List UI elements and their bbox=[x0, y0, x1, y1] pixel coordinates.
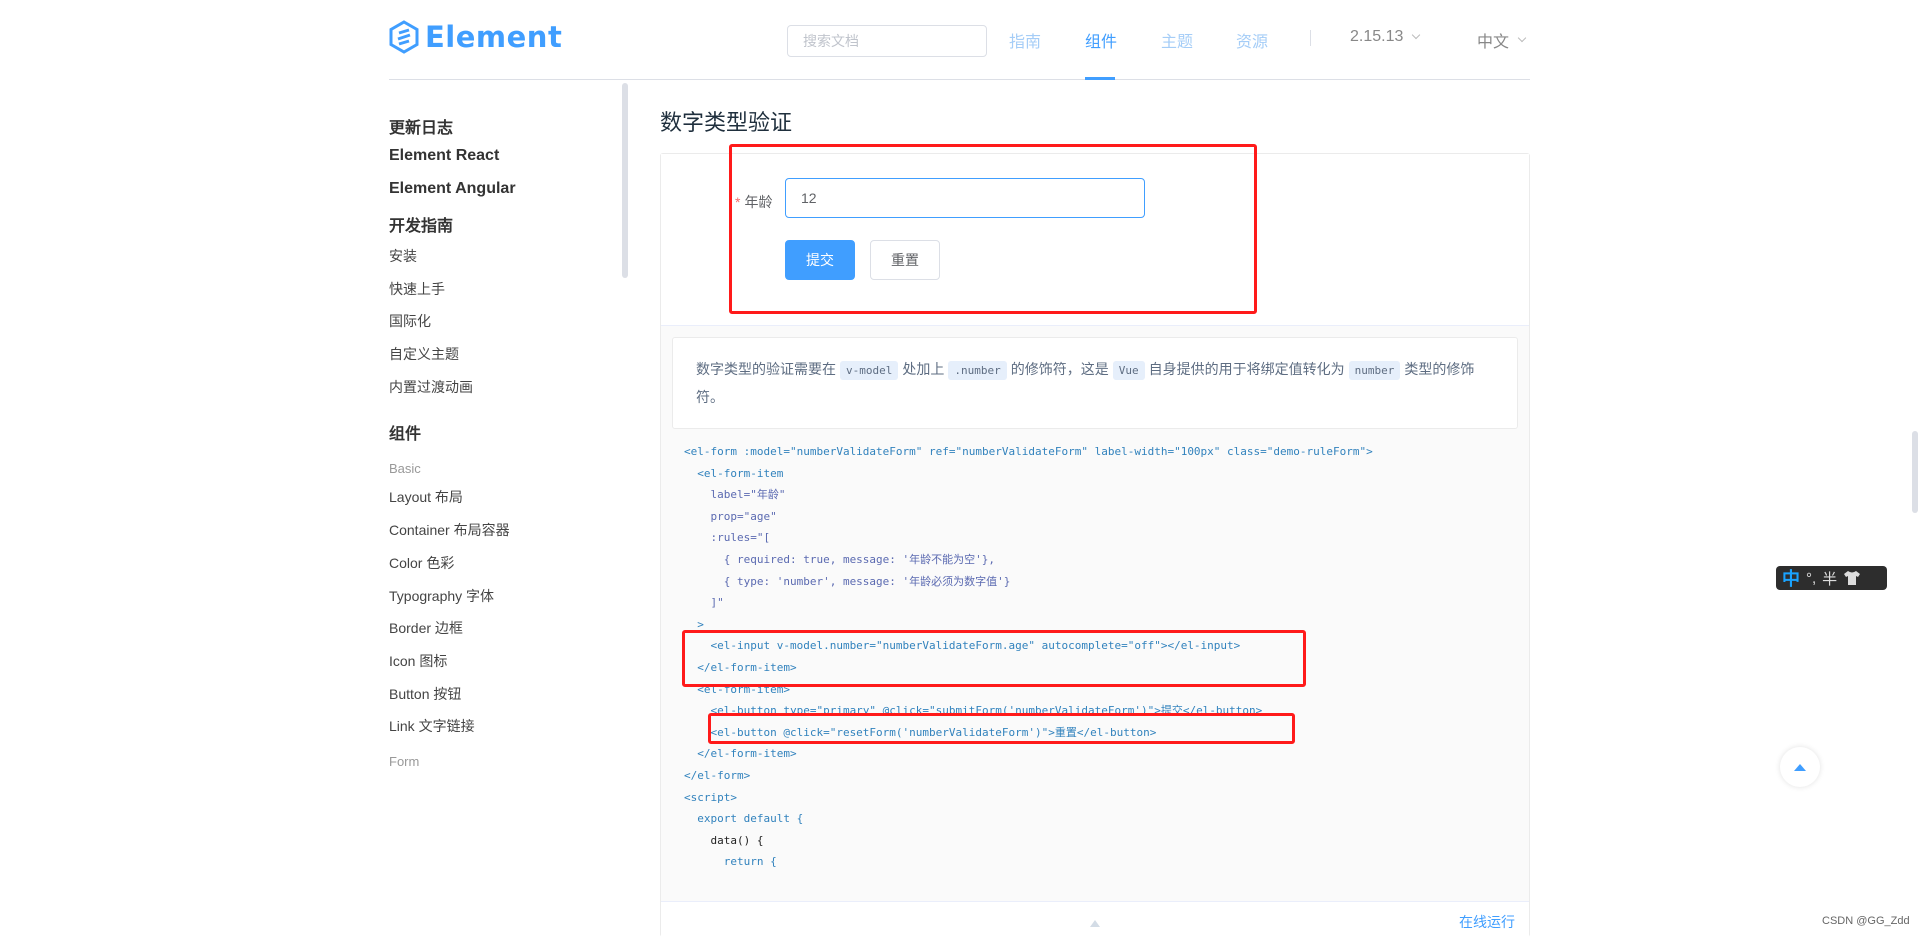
age-label: * 年龄 bbox=[735, 192, 772, 212]
search-input[interactable] bbox=[787, 25, 987, 57]
code-line: > bbox=[684, 617, 704, 631]
back-to-top-button[interactable] bbox=[1780, 747, 1820, 787]
sidebar-group-title[interactable]: 组件 bbox=[389, 420, 421, 444]
nav-resource[interactable]: 资源 bbox=[1236, 28, 1268, 52]
sidebar-link[interactable]: 内置过渡动画 bbox=[389, 377, 473, 397]
language-dropdown[interactable]: 中文 bbox=[1477, 28, 1527, 52]
code-line: <el-form-item> bbox=[684, 682, 790, 696]
inline-code: Vue bbox=[1112, 361, 1145, 380]
sidebar: 更新日志 Element React Element Angular 开发指南安装快速… bbox=[389, 80, 629, 937]
nav-component[interactable]: 组件 bbox=[1085, 28, 1117, 52]
sidebar-scrollbar[interactable] bbox=[622, 83, 628, 278]
reset-button[interactable]: 重置 bbox=[870, 240, 940, 280]
sidebar-group-title[interactable]: 更新日志 bbox=[389, 114, 453, 138]
age-input[interactable] bbox=[785, 178, 1145, 218]
ime-punct-icon: °, bbox=[1806, 569, 1817, 587]
desc-text: 的修饰符，这是 bbox=[1010, 361, 1109, 377]
inline-code: v-model bbox=[840, 361, 899, 380]
code-line: ]" bbox=[684, 596, 724, 610]
sidebar-group-title[interactable]: Element Angular bbox=[389, 180, 516, 198]
sidebar-link[interactable]: Button 按钮 bbox=[389, 684, 461, 704]
desc-text: 数字类型的验证需要在 bbox=[696, 361, 836, 377]
sidebar-group-title[interactable]: Element React bbox=[389, 147, 499, 165]
sidebar-subgroup-title: Form bbox=[389, 754, 420, 769]
inline-code: .number bbox=[948, 361, 1007, 380]
code-line: { required: true, message: '年龄不能为空'}, bbox=[684, 552, 996, 566]
desc-text: 处加上 bbox=[902, 361, 945, 377]
ime-mode-icon: 中 bbox=[1782, 569, 1800, 589]
code-line: export default { bbox=[684, 812, 804, 826]
section-title: 数字类型验证 bbox=[660, 110, 793, 135]
demo-control[interactable]: 在线运行 bbox=[661, 901, 1529, 937]
chevron-down-icon bbox=[1412, 30, 1421, 40]
ime-skin-icon bbox=[1844, 571, 1861, 585]
required-mark: * bbox=[735, 194, 741, 210]
inline-code: number bbox=[1348, 361, 1401, 380]
caret-up-icon[interactable] bbox=[1090, 920, 1100, 927]
nav-active-indicator bbox=[1085, 77, 1115, 80]
demo-description: 数字类型的验证需要在 v-model 处加上 .number 的修饰符，这是 Vue 自身提… bbox=[672, 337, 1518, 429]
top-header: Element 指南 组件 主题 资源 2.15.13 中文 bbox=[389, 0, 1530, 80]
code-line: <el-button type="primary" @click="submit… bbox=[684, 704, 1263, 718]
nav-theme[interactable]: 主题 bbox=[1161, 28, 1193, 52]
code-line: return { bbox=[684, 855, 777, 869]
demo-meta: 数字类型的验证需要在 v-model 处加上 .number 的修饰符，这是 Vue 自身提… bbox=[661, 326, 1529, 901]
code-line: <el-form-item bbox=[684, 466, 784, 480]
language-label: 中文 bbox=[1477, 34, 1510, 51]
version-label: 2.15.13 bbox=[1350, 28, 1404, 45]
code-line: :rules="[ bbox=[684, 531, 771, 545]
sidebar-link[interactable]: Color 色彩 bbox=[389, 553, 454, 573]
sidebar-link[interactable]: Container 布局容器 bbox=[389, 520, 510, 540]
code-block: <el-form :model="numberValidateForm" ref… bbox=[684, 441, 1373, 873]
sidebar-link[interactable]: 快速上手 bbox=[389, 279, 445, 299]
sidebar-link[interactable]: Border 边框 bbox=[389, 618, 463, 638]
element-logo-icon bbox=[389, 20, 419, 54]
element-logo[interactable]: Element bbox=[389, 20, 562, 54]
version-dropdown[interactable]: 2.15.13 bbox=[1350, 28, 1421, 46]
sidebar-link[interactable]: Icon 图标 bbox=[389, 651, 447, 671]
sidebar-group-title[interactable]: 开发指南 bbox=[389, 212, 453, 236]
caret-up-icon bbox=[1794, 763, 1806, 771]
logo-text: Element bbox=[425, 20, 563, 54]
chevron-down-icon bbox=[1517, 33, 1527, 43]
code-line: </el-form-item> bbox=[684, 660, 797, 674]
code-line: prop="age" bbox=[684, 509, 777, 523]
demo-preview: *年龄 提交 重置 bbox=[661, 154, 1529, 326]
desc-text: 自身提供的用于将绑定值转化为 bbox=[1148, 361, 1345, 377]
ime-status-bar[interactable]: 中 °, 半 bbox=[1776, 566, 1887, 590]
code-line: </el-form> bbox=[684, 768, 751, 782]
code-line: data() { bbox=[684, 833, 764, 847]
code-line: <el-button @click="resetForm('numberVali… bbox=[684, 725, 1157, 739]
online-run-button[interactable]: 在线运行 bbox=[1459, 912, 1515, 932]
page-scrollbar[interactable] bbox=[1912, 431, 1918, 513]
age-label-text: 年龄 bbox=[744, 194, 773, 210]
watermark: CSDN @GG_Zdd bbox=[1822, 915, 1910, 927]
demo-block: *年龄 提交 重置 数字类型的验证需要在v-model处加上.number的修饰… bbox=[660, 153, 1530, 937]
sidebar-link[interactable]: 安装 bbox=[389, 246, 417, 266]
ime-width-icon: 半 bbox=[1822, 570, 1838, 588]
code-line: <el-input v-model.number="numberValidate… bbox=[684, 639, 1241, 653]
sidebar-link[interactable]: 国际化 bbox=[389, 311, 431, 331]
code-line: label="年龄" bbox=[684, 488, 786, 502]
sidebar-link[interactable]: Link 文字链接 bbox=[389, 716, 475, 736]
sidebar-link[interactable]: Layout 布局 bbox=[389, 487, 463, 507]
code-line: <el-form :model="numberValidateForm" ref… bbox=[684, 445, 1373, 458]
code-line: </el-form-item> bbox=[684, 747, 797, 761]
sidebar-link[interactable]: Typography 字体 bbox=[389, 586, 494, 606]
nav-guide[interactable]: 指南 bbox=[1009, 28, 1041, 52]
code-line: <script> bbox=[684, 790, 737, 804]
code-line: { type: 'number', message: '年龄必须为数字值'} bbox=[684, 574, 1011, 588]
submit-button[interactable]: 提交 bbox=[785, 240, 855, 280]
sidebar-subgroup-title: Basic bbox=[389, 461, 421, 476]
nav-divider bbox=[1310, 30, 1311, 46]
sidebar-link[interactable]: 自定义主题 bbox=[389, 344, 459, 364]
